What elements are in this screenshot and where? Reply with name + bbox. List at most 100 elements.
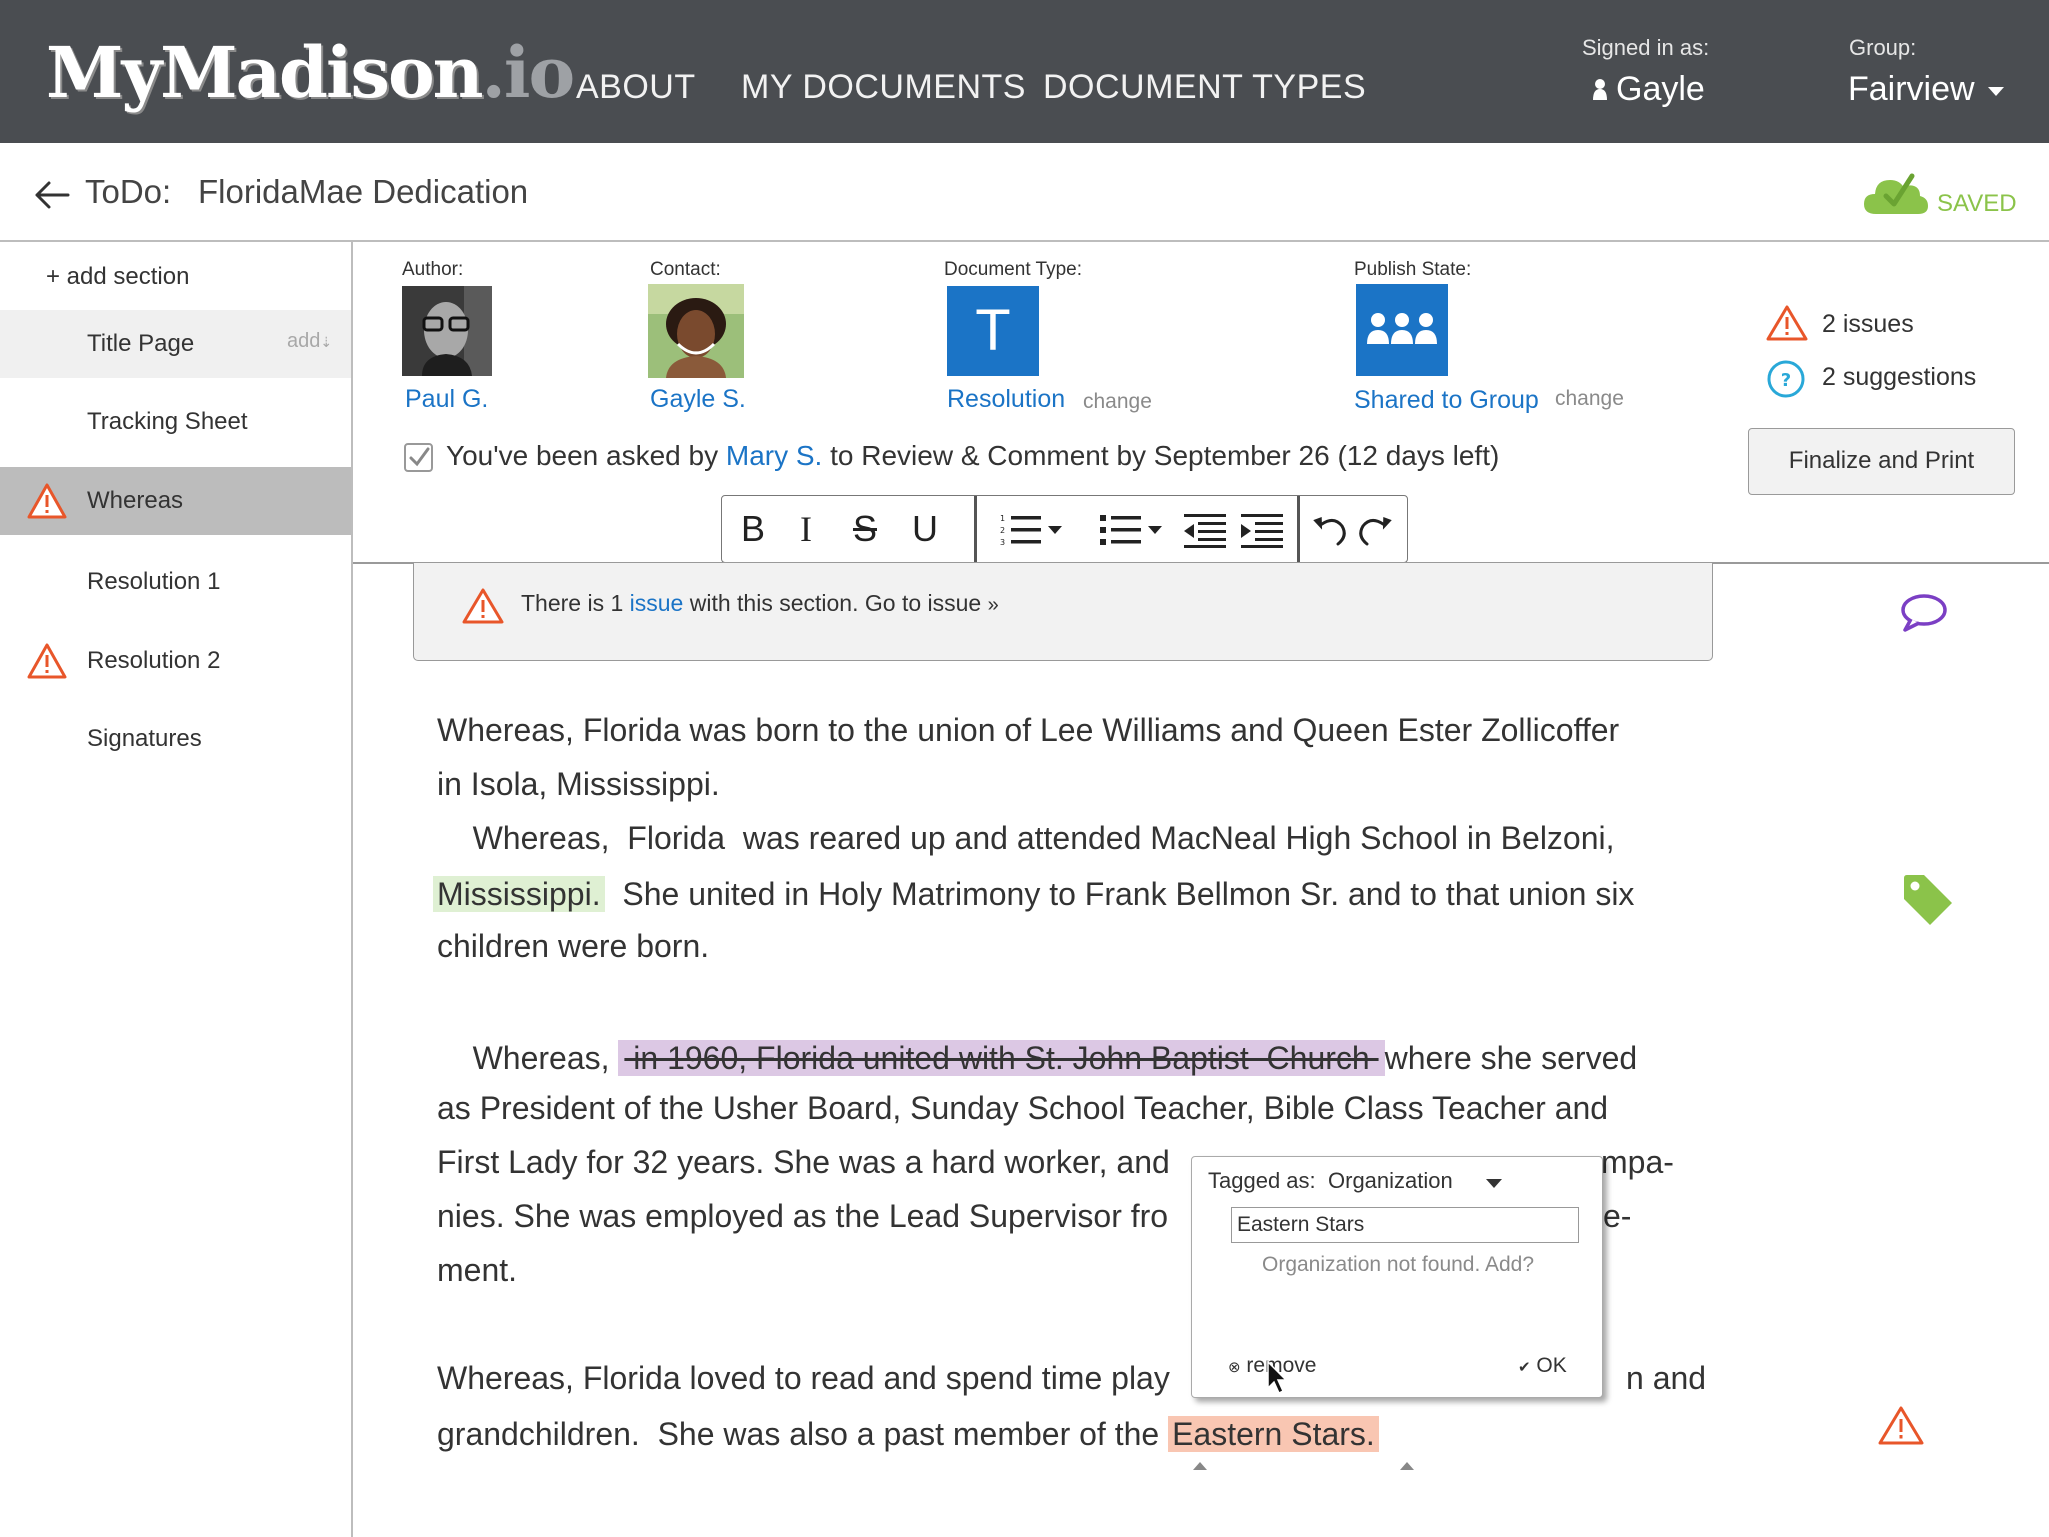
- sidebar-item-label: Resolution 2: [87, 647, 221, 674]
- paragraph-line[interactable]: nies. She was employed as the Lead Super…: [437, 1198, 1168, 1235]
- sidebar-item-label: Whereas: [87, 487, 184, 514]
- group-selector[interactable]: Fairview: [1848, 70, 1975, 109]
- contact-label: Contact:: [650, 259, 721, 280]
- paragraph-line[interactable]: grandchildren. She was also a past membe…: [437, 1408, 1379, 1460]
- svg-text:?: ?: [1781, 370, 1791, 391]
- italic-button[interactable]: I: [791, 496, 821, 562]
- check-circle-icon: ✔: [1518, 1359, 1531, 1376]
- suggested-deletion[interactable]: in 1960, Florida united with St. John Ba…: [618, 1040, 1385, 1076]
- tagged-organization[interactable]: Eastern Stars.: [1168, 1416, 1379, 1452]
- nav-about[interactable]: ABOUT: [576, 68, 696, 107]
- back-arrow-icon[interactable]: [32, 175, 72, 215]
- selection-handle-icon[interactable]: [1192, 1461, 1208, 1471]
- warning-icon: [1766, 305, 1808, 341]
- author-label: Author:: [402, 259, 464, 280]
- sidebar-item-whereas[interactable]: Whereas: [0, 467, 351, 535]
- indent-icon[interactable]: [1239, 512, 1285, 548]
- paragraph-line[interactable]: Whereas, in 1960, Florida united with St…: [437, 1034, 1637, 1082]
- contact-link[interactable]: Gayle S.: [650, 385, 746, 414]
- tagged-location[interactable]: Mississippi.: [433, 876, 605, 912]
- numbered-list-icon[interactable]: 1 2 3: [998, 512, 1068, 548]
- todo-label: ToDo:: [85, 173, 172, 210]
- change-publish-state-link[interactable]: change: [1555, 387, 1624, 411]
- formatting-toolbar: B I S U 1 2 3: [721, 495, 1408, 563]
- tag-icon[interactable]: [1900, 872, 1956, 928]
- warning-icon: [27, 643, 67, 679]
- svg-text:3: 3: [1000, 538, 1005, 547]
- add-section-button[interactable]: + add section: [46, 263, 189, 291]
- strikethrough-button[interactable]: S: [844, 496, 886, 562]
- tag-name-input[interactable]: [1231, 1207, 1579, 1243]
- user-name[interactable]: Gayle: [1616, 70, 1705, 109]
- paragraph-line[interactable]: mpa-: [1601, 1144, 1674, 1181]
- paragraph-line[interactable]: Mississippi. She united in Holy Matrimon…: [433, 868, 1634, 920]
- author-link[interactable]: Paul G.: [405, 385, 488, 414]
- sidebar-item-tracking-sheet[interactable]: Tracking Sheet: [0, 388, 351, 456]
- mouse-cursor-icon: [1267, 1360, 1288, 1395]
- comment-icon[interactable]: [1899, 592, 1949, 634]
- sidebar-item-resolution-1[interactable]: Resolution 1: [0, 548, 351, 616]
- paragraph-line[interactable]: children were born.: [437, 928, 709, 965]
- paragraph-line[interactable]: as President of the Usher Board, Sunday …: [437, 1090, 1608, 1127]
- paragraph-line[interactable]: ment.: [437, 1252, 517, 1289]
- not-found-message[interactable]: Organization not found. Add?: [1262, 1253, 1534, 1277]
- nav-document-types[interactable]: DOCUMENT TYPES: [1043, 68, 1366, 107]
- sidebar-item-label: Title Page: [87, 330, 195, 357]
- paragraph-line[interactable]: e-: [1603, 1198, 1631, 1235]
- issues-count-link[interactable]: 2 issues: [1822, 310, 1914, 339]
- cloud-check-icon: [1864, 173, 1928, 214]
- warning-icon[interactable]: [1877, 1405, 1925, 1447]
- undo-icon[interactable]: [1312, 512, 1350, 548]
- underline-button[interactable]: U: [905, 496, 945, 562]
- review-request-text: You've been asked by Mary S. to Review &…: [446, 440, 1500, 471]
- paragraph-line[interactable]: Whereas, Florida was reared up and atten…: [437, 820, 1615, 857]
- author-avatar[interactable]: [402, 286, 492, 376]
- go-to-issue-link[interactable]: Go to issue »: [865, 590, 999, 616]
- divider: [351, 242, 353, 1537]
- chevron-down-icon[interactable]: [1988, 87, 2004, 96]
- paragraph-line[interactable]: n and: [1626, 1360, 1706, 1397]
- user-icon: [1593, 79, 1607, 100]
- toolbar-divider: [974, 496, 977, 562]
- ok-button[interactable]: ✔ OK: [1518, 1354, 1567, 1378]
- contact-avatar[interactable]: [648, 284, 744, 378]
- page-title: FloridaMae Dedication: [198, 173, 529, 210]
- issue-banner-text: There is 1 issue with this section. Go t…: [521, 590, 999, 616]
- reviewer-link[interactable]: Mary S.: [726, 440, 822, 471]
- paragraph-line[interactable]: in Isola, Mississippi.: [437, 766, 720, 803]
- bold-button[interactable]: B: [732, 496, 774, 562]
- group-icon: [1356, 284, 1448, 376]
- tag-type-select[interactable]: Organization: [1328, 1168, 1453, 1194]
- signed-in-label: Signed in as:: [1582, 35, 1710, 60]
- svg-text:1: 1: [1000, 514, 1005, 523]
- sidebar-item-label: Tracking Sheet: [87, 408, 248, 435]
- selection-handle-icon[interactable]: [1399, 1461, 1415, 1471]
- paragraph-line[interactable]: Whereas, Florida was born to the union o…: [437, 712, 1619, 749]
- suggestions-count-link[interactable]: 2 suggestions: [1822, 363, 1976, 392]
- toolbar-divider: [1297, 496, 1300, 562]
- outdent-icon[interactable]: [1182, 512, 1228, 548]
- sidebar-item-signatures[interactable]: Signatures: [0, 705, 351, 773]
- sidebar-item-title-page[interactable]: Title Page add⇣: [0, 310, 351, 378]
- logo[interactable]: MyMadison.io: [46, 33, 575, 113]
- sidebar-add-link[interactable]: add⇣: [287, 330, 332, 353]
- sidebar-item-label: Resolution 1: [87, 568, 221, 595]
- document-type-icon: T: [947, 286, 1039, 376]
- svg-text:2: 2: [1000, 526, 1005, 535]
- nav-my-documents[interactable]: MY DOCUMENTS: [741, 68, 1026, 107]
- chevron-down-icon[interactable]: [1486, 1179, 1502, 1188]
- change-document-type-link[interactable]: change: [1083, 390, 1152, 414]
- issue-link[interactable]: issue: [630, 590, 684, 616]
- paragraph-line[interactable]: Whereas, Florida loved to read and spend…: [437, 1360, 1170, 1397]
- check-icon: [409, 447, 430, 467]
- close-circle-icon: ⊗: [1228, 1359, 1241, 1376]
- review-checkbox[interactable]: [404, 443, 433, 472]
- finalize-and-print-button[interactable]: Finalize and Print: [1748, 428, 2015, 495]
- tagged-as-label: Tagged as:: [1208, 1168, 1316, 1193]
- publish-state-link[interactable]: Shared to Group: [1354, 386, 1539, 415]
- redo-icon[interactable]: [1355, 512, 1393, 548]
- bullet-list-icon[interactable]: [1098, 512, 1170, 548]
- sidebar-item-resolution-2[interactable]: Resolution 2: [0, 627, 351, 695]
- paragraph-line[interactable]: First Lady for 32 years. She was a hard …: [437, 1144, 1170, 1181]
- document-type-link[interactable]: Resolution: [947, 385, 1065, 414]
